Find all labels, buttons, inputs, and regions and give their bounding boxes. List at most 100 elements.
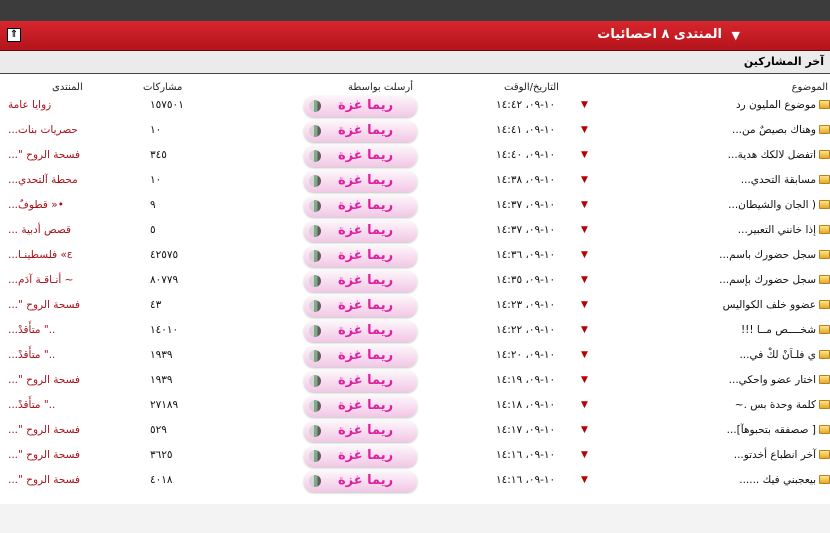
poster-name[interactable]: ريما غزة [338, 323, 393, 338]
triangle-down-icon[interactable]: ▼ [581, 350, 588, 360]
poster-badge[interactable]: ريما غزة [304, 196, 417, 217]
poster-name[interactable]: ريما غزة [338, 273, 393, 288]
folder-icon [819, 375, 830, 384]
folder-icon [819, 250, 830, 259]
poster-name[interactable]: ريما غزة [338, 248, 393, 263]
poster-badge[interactable]: ريما غزة [304, 171, 417, 192]
triangle-down-icon[interactable]: ▼ [581, 425, 588, 435]
poster-badge[interactable]: ريما غزة [304, 396, 417, 417]
poster-badge[interactable]: ريما غزة [304, 346, 417, 367]
forum-link[interactable]: محطة آلتحدي... [8, 174, 78, 186]
topic-link[interactable]: ( الجان والشيطان... [728, 199, 816, 211]
top-bar [0, 0, 830, 21]
post-date: ١٠-٠٩، ١٤:٣٧ [496, 224, 556, 236]
poster-badge[interactable]: ريما غزة [304, 371, 417, 392]
topic-link[interactable]: سجل حضورك بإسم... [719, 274, 816, 286]
triangle-down-icon[interactable]: ▼ [581, 325, 588, 335]
topic-link[interactable]: عضوو خلف الكواليس [723, 299, 816, 311]
triangle-down-icon[interactable]: ▼ [581, 125, 588, 135]
collapse-up-icon[interactable]: ⇑ [7, 28, 21, 42]
topic-link[interactable]: اتفضل لالكك هدية... [728, 149, 816, 161]
poster-badge[interactable]: ريما غزة [304, 296, 417, 317]
triangle-down-icon[interactable]: ▼ [581, 400, 588, 410]
post-date: ١٠-٠٩، ١٤:٤٠ [496, 149, 556, 161]
topic-link[interactable]: ي فلـاَنْ لكْ في... [739, 349, 816, 361]
post-date: ١٠-٠٩، ١٤:٢٣ [496, 299, 556, 311]
forum-link[interactable]: فسحة الروح "... [8, 374, 80, 386]
poster-name[interactable]: ريما غزة [338, 173, 393, 188]
folder-icon [819, 225, 830, 234]
folder-icon [819, 325, 830, 334]
dropdown-arrow-icon[interactable]: ▼ [732, 29, 740, 42]
poster-name[interactable]: ريما غزة [338, 223, 393, 238]
triangle-down-icon[interactable]: ▼ [581, 250, 588, 260]
poster-badge[interactable]: ريما غزة [304, 246, 417, 267]
topic-link[interactable]: موضوع المليون رد [736, 99, 816, 111]
triangle-down-icon[interactable]: ▼ [581, 475, 588, 485]
poster-name[interactable]: ريما غزة [338, 123, 393, 138]
flag-icon [309, 125, 321, 137]
poster-name[interactable]: ريما غزة [338, 423, 393, 438]
poster-name[interactable]: ريما غزة [338, 448, 393, 463]
forum-link[interactable]: فسحة الروح "... [8, 149, 80, 161]
stats-title[interactable]: المنتدى ٨ احصائيات [597, 27, 722, 42]
forum-link[interactable]: زوايا عامة [8, 99, 51, 111]
poster-name[interactable]: ريما غزة [338, 298, 393, 313]
forum-link[interactable]: قصص أدبية ... [8, 224, 71, 236]
topic-link[interactable]: بيعجبني فيك ...... [739, 474, 816, 486]
triangle-down-icon[interactable]: ▼ [581, 300, 588, 310]
topic-link[interactable]: وهناك بصيصٌ من... [732, 124, 816, 136]
poster-name[interactable]: ريما غزة [338, 198, 393, 213]
poster-name[interactable]: ريما غزة [338, 148, 393, 163]
forum-link[interactable]: فسحة الروح "... [8, 299, 80, 311]
poster-badge[interactable]: ريما غزة [304, 146, 417, 167]
forum-link[interactable]: فسحة الروح "... [8, 449, 80, 461]
table-row: سجل حضورك باسم... ▼ ١٠-٠٩، ١٤:٣٦ ريما غزة ٤٢… [0, 245, 830, 270]
topic-link[interactable]: [ صصفقه بتحبوهآ]... [727, 424, 816, 436]
poster-badge[interactable]: ريما غزة [304, 446, 417, 467]
forum-link[interactable]: •« قطوفٌ... [8, 199, 64, 211]
triangle-down-icon[interactable]: ▼ [581, 175, 588, 185]
topic-link[interactable]: اختار عضو واحكي... [729, 374, 816, 386]
topic-link[interactable]: مسابقة التحدي... [741, 174, 816, 186]
triangle-down-icon[interactable]: ▼ [581, 200, 588, 210]
poster-badge[interactable]: ريما غزة [304, 221, 417, 242]
forum-link[interactable]: ε» فلسطينـا... [8, 249, 73, 261]
folder-icon [819, 300, 830, 309]
poster-badge[interactable]: ريما غزة [304, 271, 417, 292]
triangle-down-icon[interactable]: ▼ [581, 100, 588, 110]
forum-link[interactable]: حصريات بنات... [8, 124, 78, 136]
triangle-down-icon[interactable]: ▼ [581, 375, 588, 385]
post-date: ١٠-٠٩، ١٤:٤٢ [496, 99, 556, 111]
triangle-down-icon[interactable]: ▼ [581, 275, 588, 285]
topic-link[interactable]: آخر انطباع أخدتو... [734, 449, 816, 461]
forum-link[interactable]: .." متأَقدْ... [8, 324, 55, 336]
topic-link[interactable]: سجل حضورك باسم... [719, 249, 816, 261]
poster-badge[interactable]: ريما غزة [304, 96, 417, 117]
forum-link[interactable]: فسحة الروح "... [8, 424, 80, 436]
table-row: سجل حضورك بإسم... ▼ ١٠-٠٩، ١٤:٣٥ ريما غزة ٨٠… [0, 270, 830, 295]
post-count: ١٥٧٥٠١ [150, 99, 184, 111]
forum-link[interactable]: .." متأَقدْ... [8, 399, 55, 411]
forum-link[interactable]: فسحة الروح "... [8, 474, 80, 486]
poster-name[interactable]: ريما غزة [338, 98, 393, 113]
triangle-down-icon[interactable]: ▼ [581, 225, 588, 235]
topic-link[interactable]: إذا خانني التعبير... [738, 224, 816, 236]
topic-link[interactable]: شخــــص مــا !!! [741, 324, 816, 336]
topic-link[interactable]: كلمة وحدة بس .~ [735, 399, 816, 411]
poster-badge[interactable]: ريما غزة [304, 421, 417, 442]
table-row: إذا خانني التعبير... ▼ ١٠-٠٩، ١٤:٣٧ ريما غز… [0, 220, 830, 245]
poster-name[interactable]: ريما غزة [338, 348, 393, 363]
poster-name[interactable]: ريما غزة [338, 373, 393, 388]
poster-badge[interactable]: ريما غزة [304, 471, 417, 492]
poster-badge[interactable]: ريما غزة [304, 321, 417, 342]
folder-icon [819, 425, 830, 434]
post-date: ١٠-٠٩، ١٤:١٨ [496, 399, 556, 411]
forum-link[interactable]: ~ أنـاقـة آدَم... [8, 274, 73, 286]
poster-name[interactable]: ريما غزة [338, 473, 393, 488]
triangle-down-icon[interactable]: ▼ [581, 150, 588, 160]
poster-name[interactable]: ريما غزة [338, 398, 393, 413]
triangle-down-icon[interactable]: ▼ [581, 450, 588, 460]
forum-link[interactable]: .." متأَقدْ... [8, 349, 55, 361]
poster-badge[interactable]: ريما غزة [304, 121, 417, 142]
